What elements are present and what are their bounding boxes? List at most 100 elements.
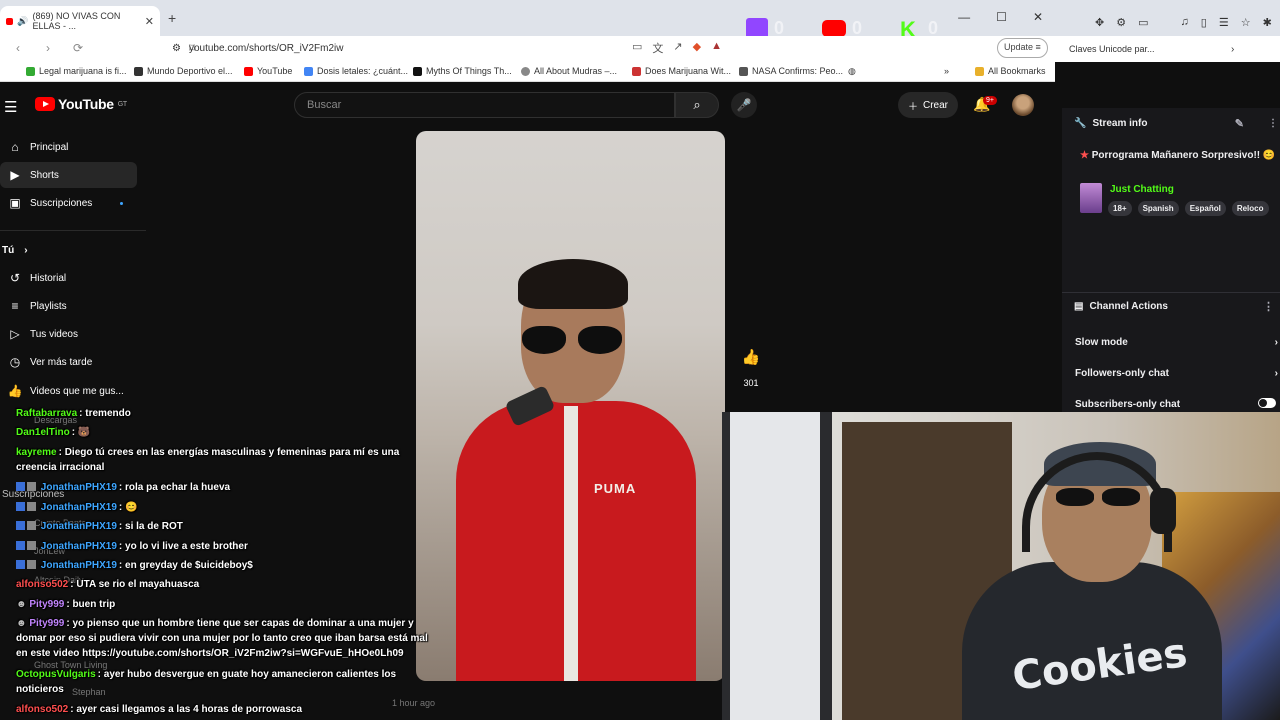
webcam-monitor-screen [730,412,820,720]
sidebar-item-watch-later[interactable]: ◷ Ver más tarde [0,349,137,375]
sidebar-item-your-videos[interactable]: ▷ Tus videos [0,321,137,347]
bookmark-item[interactable]: Mundo Deportivo el... [134,66,233,76]
update-button[interactable]: Update ≡ [997,38,1048,58]
reading-list-icon[interactable]: ☰ [1219,16,1229,29]
brave-shield-icon[interactable]: ◆ [693,40,701,56]
tag-chip[interactable]: Spanish [1137,201,1179,216]
sidebar-item-principal[interactable]: ⌂ Principal [0,134,137,160]
url-bar[interactable]: ⚙ youtube.com/shorts/OR_iV2Fm2iw [172,39,632,57]
maximize-button[interactable]: ☐ [996,10,1007,24]
bookmark-item[interactable]: Does Marijuana Wit... [632,66,731,76]
subscribers-only-toggle[interactable] [1258,398,1276,408]
plus-icon: ＋ [908,101,918,113]
music-icon[interactable]: ♫ [1181,16,1189,29]
forward-icon[interactable]: › [36,41,60,55]
followers-only-action[interactable]: Followers-only chat › [1075,368,1280,379]
sidebar-item-shorts[interactable]: ▶ Shorts [0,162,137,188]
tag-chip[interactable]: Español [1184,201,1226,216]
all-bookmarks-folder[interactable]: All Bookmarks [975,66,1046,76]
sidebar-item-subscriptions[interactable]: ▣ Suscripciones [0,190,137,216]
stream-info-header: 🔧 Stream info ✎ ⋮ [1074,117,1278,130]
chat-message: OctopusVulgaris: ayer hubo desvergue en … [16,669,397,695]
more-options-icon[interactable]: ⋮ [1268,118,1278,129]
stream-category[interactable]: Just Chatting [1110,184,1174,195]
create-button[interactable]: ＋ Crear [898,92,959,118]
shorts-video-player[interactable]: PUMA [416,131,725,681]
star-icon[interactable]: ☆ [1241,16,1251,29]
like-count: 301 [743,378,759,388]
close-window-button[interactable]: ✕ [1033,10,1043,24]
search-icon: ⌕ [693,97,701,112]
sidebar-item-playlists[interactable]: ≡ Playlists [0,293,137,319]
star-icon: ★ [1080,150,1089,161]
reload-icon[interactable]: ⟳ [66,41,90,55]
back-icon[interactable]: ‹ [6,41,30,55]
search-button[interactable]: ⌕ [675,92,719,118]
chat-badge-icon [16,521,25,530]
browser-tab-active[interactable]: 🔊 (869) NO VIVAS CON ELLAS - ... ✕ [0,6,160,36]
sidebar-item-history[interactable]: ↺ Historial [0,265,137,291]
second-browser-window: ✥ ⚙ ▭ ♫ ▯ ☰ ☆ ✱ Claves Unicode par... › [1055,0,1280,62]
bookmark-item[interactable]: NASA Confirms: Peo... [739,66,843,76]
sidebar-item-liked-videos[interactable]: 👍 Videos que me gus... [0,378,137,404]
user-icon: ☻ [16,599,27,610]
tag-chip[interactable]: Reloco [1231,201,1269,216]
sidebar-icon[interactable]: ▯ [1201,16,1207,29]
chat-message: ☻ Pity999: yo pienso que un hombre tiene… [16,618,428,659]
youtube-favicon-icon [6,17,14,25]
chat-badge-icon [27,502,36,511]
browser-tab-bar: 🔊 (869) NO VIVAS CON ELLAS - ... ✕ + — ☐… [0,0,1055,36]
youtube-play-icon [35,97,55,111]
subscribers-only-action[interactable]: Subscribers-only chat [1075,399,1280,410]
category-boxart[interactable] [1080,183,1102,213]
bookmark-item[interactable]: Legal marijuana is fi... [26,66,127,76]
extension-icon[interactable]: ⚙ [1116,16,1126,29]
chat-badge-icon [27,541,36,550]
chat-badge-icon [16,541,25,550]
share-icon[interactable]: ↗ [673,40,682,56]
puzzle-icon[interactable]: ✱ [1263,16,1272,29]
rewards-icon[interactable]: ▲ [711,40,722,56]
sidebar-item-you[interactable]: Tú › [0,237,137,263]
playlists-icon: ≡ [11,299,19,313]
new-tab-button[interactable]: + [168,10,176,26]
chat-badge-icon [16,482,25,491]
menu-icon[interactable]: ☰ [4,98,17,116]
chevron-right-icon: › [24,244,28,256]
bookmark-item[interactable]: YouTube [244,66,292,76]
like-button[interactable]: 👍 [737,344,765,372]
bookmark-item[interactable]: Claves Unicode par... [1069,44,1155,54]
bookmark-item[interactable]: All About Mudras –... [521,66,617,76]
bookmark-item[interactable]: Dosis letales: ¿cuánt... [304,66,408,76]
chevron-right-icon: › [1274,368,1278,379]
translate-icon[interactable]: 文 [652,40,663,56]
chat-badge-icon [27,521,36,530]
chat-message: JonathanPHX19: rola pa echar la hueva [16,480,436,495]
video-person-hair [518,259,628,309]
minimize-button[interactable]: — [958,10,970,24]
tag-chip[interactable]: 18+ [1108,201,1132,216]
thumbs-up-icon: 👍 [741,349,761,366]
globe-icon[interactable]: ◍ [848,66,856,77]
chat-message: Dan1elTino: 🐻 [16,427,91,438]
more-bookmarks-icon[interactable]: › [1231,44,1234,55]
close-tab-icon[interactable]: ✕ [145,15,154,28]
search-input[interactable]: Buscar [294,92,675,118]
youtube-logo[interactable]: YouTube GT [35,96,127,112]
watch-later-icon: ◷ [9,355,21,369]
cast-icon[interactable]: ▭ [632,40,642,56]
more-options-icon[interactable]: ⋮ [1263,300,1274,313]
audio-icon: 🔊 [17,15,29,26]
edit-icon[interactable]: ✎ [1235,117,1244,130]
slow-mode-action[interactable]: Slow mode › [1075,337,1280,348]
voice-search-button[interactable]: 🎤 [731,92,757,118]
more-bookmarks-icon[interactable]: » [944,66,949,76]
extension-icon[interactable]: ✥ [1095,16,1104,29]
extension-icon[interactable]: ▭ [1138,16,1148,29]
chevron-right-icon: › [1274,337,1278,348]
your-videos-icon: ▷ [10,327,20,341]
avatar[interactable] [1012,94,1034,116]
bookmark-item[interactable]: Myths Of Things Th... [413,66,512,76]
chat-badge-icon [27,482,36,491]
site-info-icon[interactable]: ⚙ [172,43,181,54]
